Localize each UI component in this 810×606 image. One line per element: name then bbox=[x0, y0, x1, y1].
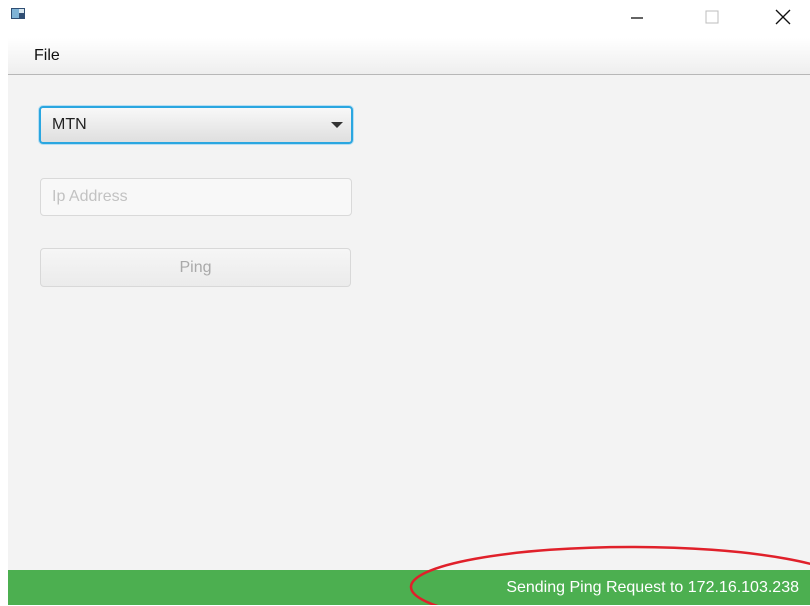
chevron-down-icon bbox=[331, 122, 343, 128]
minimize-button[interactable] bbox=[614, 0, 660, 34]
ip-address-input[interactable] bbox=[40, 178, 352, 216]
carrier-select-value: MTN bbox=[52, 116, 87, 133]
title-bar bbox=[0, 0, 810, 38]
app-icon bbox=[11, 8, 25, 19]
minimize-icon bbox=[631, 17, 643, 19]
main-panel: MTN Ping bbox=[8, 75, 810, 570]
close-button[interactable] bbox=[760, 0, 806, 34]
menu-item-file[interactable]: File bbox=[8, 38, 86, 74]
maximize-button[interactable] bbox=[689, 0, 735, 34]
menu-bar: File bbox=[8, 38, 810, 75]
maximize-icon bbox=[705, 10, 719, 24]
carrier-select[interactable]: MTN bbox=[39, 106, 353, 144]
close-icon bbox=[775, 9, 791, 25]
status-bar: Sending Ping Request to 172.16.103.238 bbox=[8, 570, 810, 605]
ping-button[interactable]: Ping bbox=[40, 248, 351, 287]
status-message: Sending Ping Request to 172.16.103.238 bbox=[506, 579, 799, 596]
